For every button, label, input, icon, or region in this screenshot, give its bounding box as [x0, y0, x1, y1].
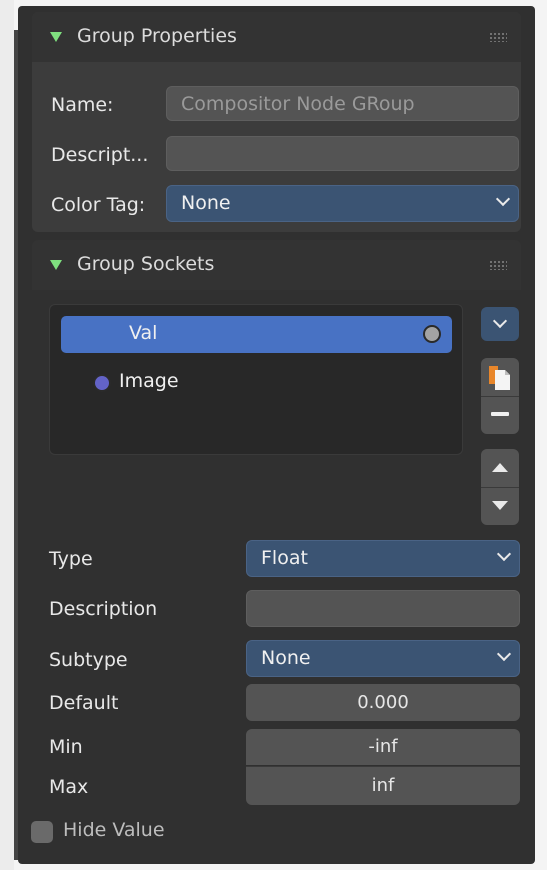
remove-socket-button[interactable] [481, 396, 519, 435]
image-socket-icon [93, 374, 111, 392]
socket-item-image[interactable]: Image [61, 365, 452, 402]
socket-list[interactable]: Val Image [49, 304, 463, 455]
subtype-dropdown[interactable]: None [246, 640, 520, 677]
socket-item-label: Val [129, 322, 158, 344]
collapse-triangle-icon[interactable] [50, 32, 62, 42]
subtype-value: None [261, 647, 311, 669]
group-properties-header[interactable]: Group Properties [32, 12, 521, 62]
move-down-button[interactable] [481, 487, 519, 526]
float-socket-icon [423, 325, 441, 343]
group-sockets-title: Group Sockets [77, 253, 215, 275]
socket-item-val[interactable]: Val [61, 316, 452, 353]
color-tag-label: Color Tag: [51, 194, 146, 216]
description-label: Descript... [51, 144, 149, 166]
max-value-field[interactable]: inf [246, 766, 520, 805]
type-dropdown[interactable]: Float [246, 540, 520, 577]
name-value: Compositor Node GRoup [181, 93, 415, 115]
collapse-triangle-icon[interactable] [50, 260, 62, 270]
min-label: Min [49, 736, 83, 758]
socket-description-field[interactable] [246, 590, 520, 627]
chevron-down-icon [495, 191, 511, 207]
socket-item-label: Image [119, 370, 179, 392]
default-label: Default [49, 692, 119, 714]
type-label: Type [49, 548, 93, 570]
properties-panel: Group Properties Name: Compositor Node G… [18, 6, 535, 864]
move-buttons [481, 449, 519, 525]
move-down-icon [492, 501, 508, 510]
minus-icon [491, 412, 509, 416]
left-edge [0, 0, 14, 870]
socket-menu-button[interactable] [481, 307, 519, 341]
move-up-icon [492, 463, 508, 472]
description-field[interactable] [166, 136, 519, 171]
add-socket-button[interactable] [481, 358, 519, 396]
type-value: Float [261, 547, 308, 569]
color-tag-value: None [181, 192, 231, 214]
group-sockets-header[interactable]: Group Sockets [32, 240, 521, 290]
min-value-field[interactable]: -inf [246, 729, 520, 765]
drag-grip-icon[interactable] [489, 32, 507, 42]
group-properties-title: Group Properties [77, 25, 237, 47]
chevron-down-icon [496, 646, 512, 662]
description-label: Description [49, 598, 158, 620]
copy-icon [489, 366, 510, 390]
max-label: Max [49, 776, 89, 798]
color-tag-dropdown[interactable]: None [166, 185, 519, 222]
chevron-down-icon [496, 546, 512, 562]
hide-value-checkbox[interactable] [31, 821, 53, 843]
chevron-down-icon [492, 313, 508, 329]
move-up-button[interactable] [481, 449, 519, 487]
name-label: Name: [51, 94, 114, 116]
add-remove-buttons [481, 358, 519, 434]
subtype-label: Subtype [49, 649, 128, 671]
drag-grip-icon[interactable] [489, 260, 507, 270]
name-field[interactable]: Compositor Node GRoup [166, 86, 519, 121]
group-properties-section: Group Properties Name: Compositor Node G… [32, 12, 521, 232]
default-value-field[interactable]: 0.000 [246, 684, 520, 721]
hide-value-label[interactable]: Hide Value [63, 819, 165, 841]
